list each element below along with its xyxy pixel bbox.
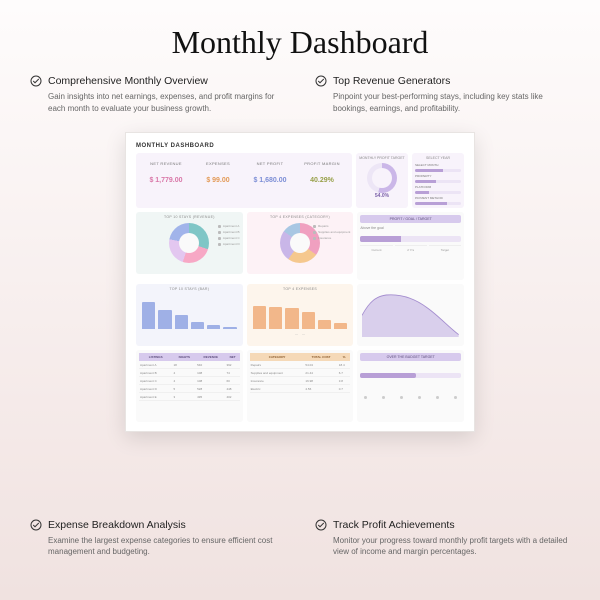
- feature-heading: Expense Breakdown Analysis: [48, 519, 186, 531]
- kpi-profit-margin: PROFIT MARGIN40.29%: [298, 161, 346, 200]
- feature-heading: Comprehensive Monthly Overview: [48, 75, 208, 87]
- kpi-strip: NET REVENUE$ 1,779.00 EXPENSES$ 99.00 NE…: [136, 153, 352, 208]
- feature-heading: Track Profit Achievements: [333, 519, 455, 531]
- dashboard-title: MONTHLY DASHBOARD: [136, 143, 464, 149]
- dashboard-preview: MONTHLY DASHBOARD NET REVENUE$ 1,779.00 …: [125, 132, 475, 432]
- kpi-expenses: EXPENSES$ 99.00: [194, 161, 242, 200]
- chart-stays-bar: TOP 10 STAYS (BAR): [136, 284, 243, 346]
- chart-legend: Apartment A Apartment B Apartment C Apar…: [218, 224, 240, 246]
- feature-track-profit: Track Profit Achievements Monitor your p…: [315, 519, 570, 558]
- feature-desc: Examine the largest expense categories t…: [30, 535, 285, 558]
- panel-budget-target: OVER THE BUDGET TARGET: [357, 350, 464, 422]
- feature-desc: Monitor your progress toward monthly pro…: [315, 535, 570, 558]
- chart-expenses-donut: TOP 4 EXPENSES (CATEGORY) Repairs Suppli…: [247, 212, 354, 274]
- feature-heading: Top Revenue Generators: [333, 75, 450, 87]
- panel-profit-goal: PROFIT / GOAL / TARGET Above the goal Cu…: [357, 212, 464, 280]
- check-icon: [30, 519, 42, 531]
- donut-icon: [169, 223, 209, 263]
- check-icon: [315, 75, 327, 87]
- chart-stays-donut: TOP 10 STAYS (REVENUE) Apartment A Apart…: [136, 212, 243, 274]
- kpi-net-revenue: NET REVENUE$ 1,779.00: [142, 161, 190, 200]
- feature-overview: Comprehensive Monthly Overview Gain insi…: [30, 75, 285, 114]
- kpi-net-profit: NET PROFIT$ 1,680.00: [246, 161, 294, 200]
- chart-area: [357, 284, 464, 346]
- check-icon: [30, 75, 42, 87]
- features-bottom: Expense Breakdown Analysis Examine the l…: [30, 519, 570, 558]
- filters-panel: SELECT YEAR SELECT MONTH PROPERTY PLATFO…: [412, 153, 464, 208]
- chart-legend: Repairs Supplies and equipment Insurance: [313, 224, 350, 240]
- feature-desc: Gain insights into net earnings, expense…: [30, 91, 285, 114]
- feature-expense-breakdown: Expense Breakdown Analysis Examine the l…: [30, 519, 285, 558]
- check-icon: [315, 519, 327, 531]
- table-listings: LISTINGS NIGHTS REVENUE NET Apartment A1…: [136, 350, 243, 422]
- gauge-profit-target: MONTHLY PROFIT TARGET 54.0%: [356, 153, 408, 208]
- features-top: Comprehensive Monthly Overview Gain insi…: [30, 75, 570, 114]
- feature-revenue: Top Revenue Generators Pinpoint your bes…: [315, 75, 570, 114]
- page-title: Monthly Dashboard: [30, 24, 570, 61]
- feature-desc: Pinpoint your best-performing stays, inc…: [315, 91, 570, 114]
- table-categories: CATEGORY TOTAL COST % Repairs54.0418.4Su…: [247, 350, 354, 422]
- chart-expenses-bar: TOP 4 EXPENSES ——: [247, 284, 354, 346]
